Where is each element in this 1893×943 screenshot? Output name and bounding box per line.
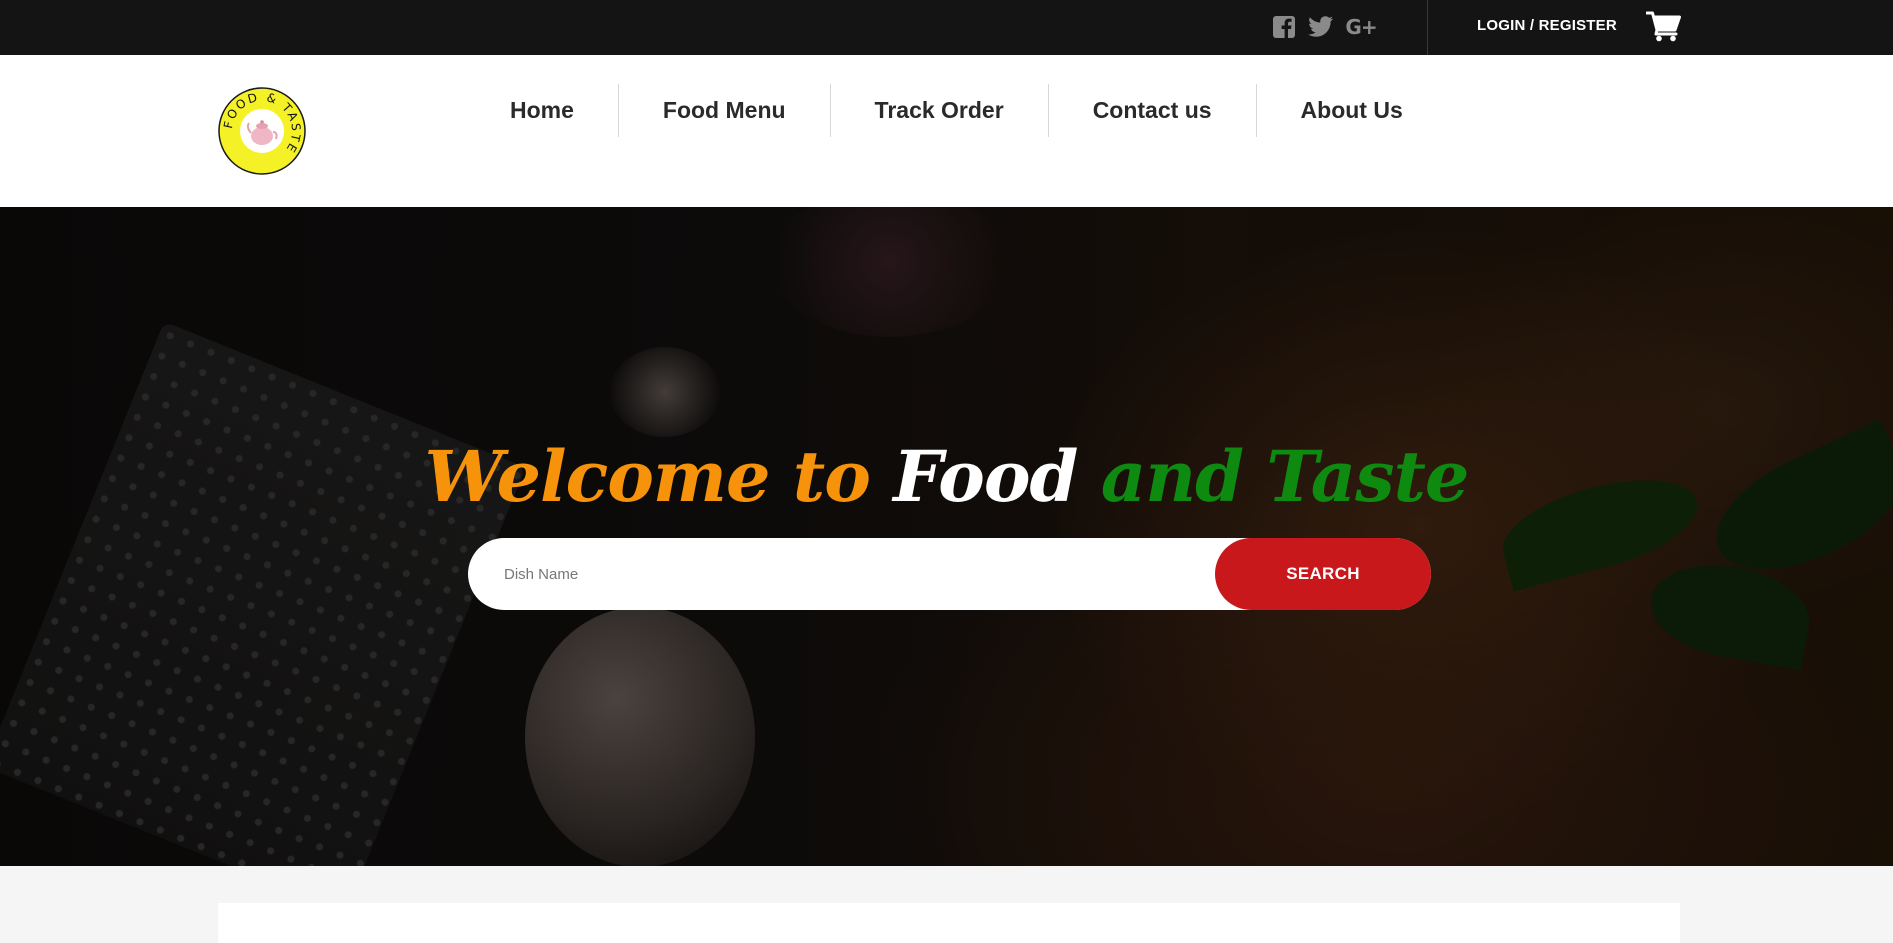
food-and-taste-logo[interactable]: FOOD & TASTE	[218, 87, 306, 175]
nav-item-contact-us[interactable]: Contact us	[1049, 84, 1257, 137]
google-plus-icon[interactable]: G+	[1345, 13, 1377, 41]
top-bar: G+ LOGIN / REGISTER	[0, 0, 1893, 55]
hero-banner: Welcome to Food and Taste SEARCH	[0, 207, 1893, 866]
nav-item-about-us[interactable]: About Us	[1257, 84, 1447, 137]
content-card	[218, 903, 1680, 943]
social-links: G+	[1273, 13, 1387, 41]
hero-title-and-taste: and Taste	[1100, 435, 1470, 518]
site-header: FOOD & TASTE Home Food Menu Track Order …	[0, 55, 1893, 207]
main-navigation: Home Food Menu Track Order Contact us Ab…	[466, 84, 1447, 137]
facebook-icon[interactable]	[1273, 16, 1295, 38]
hero-title: Welcome to Food and Taste	[0, 435, 1893, 518]
hero-overlay	[0, 207, 1893, 866]
nav-item-home[interactable]: Home	[466, 84, 619, 137]
dish-search-input[interactable]	[504, 538, 1264, 610]
hero-title-food: Food	[893, 435, 1078, 518]
twitter-icon[interactable]	[1307, 13, 1335, 41]
cart-icon[interactable]	[1645, 10, 1682, 42]
hero-title-welcome: Welcome to	[424, 435, 871, 518]
login-register-link[interactable]: LOGIN / REGISTER	[1477, 17, 1617, 34]
search-button[interactable]: SEARCH	[1215, 538, 1431, 610]
topbar-divider	[1427, 0, 1428, 55]
content-section	[0, 866, 1893, 943]
dish-search-form: SEARCH	[468, 538, 1431, 610]
nav-item-food-menu[interactable]: Food Menu	[619, 84, 831, 137]
nav-item-track-order[interactable]: Track Order	[831, 84, 1049, 137]
